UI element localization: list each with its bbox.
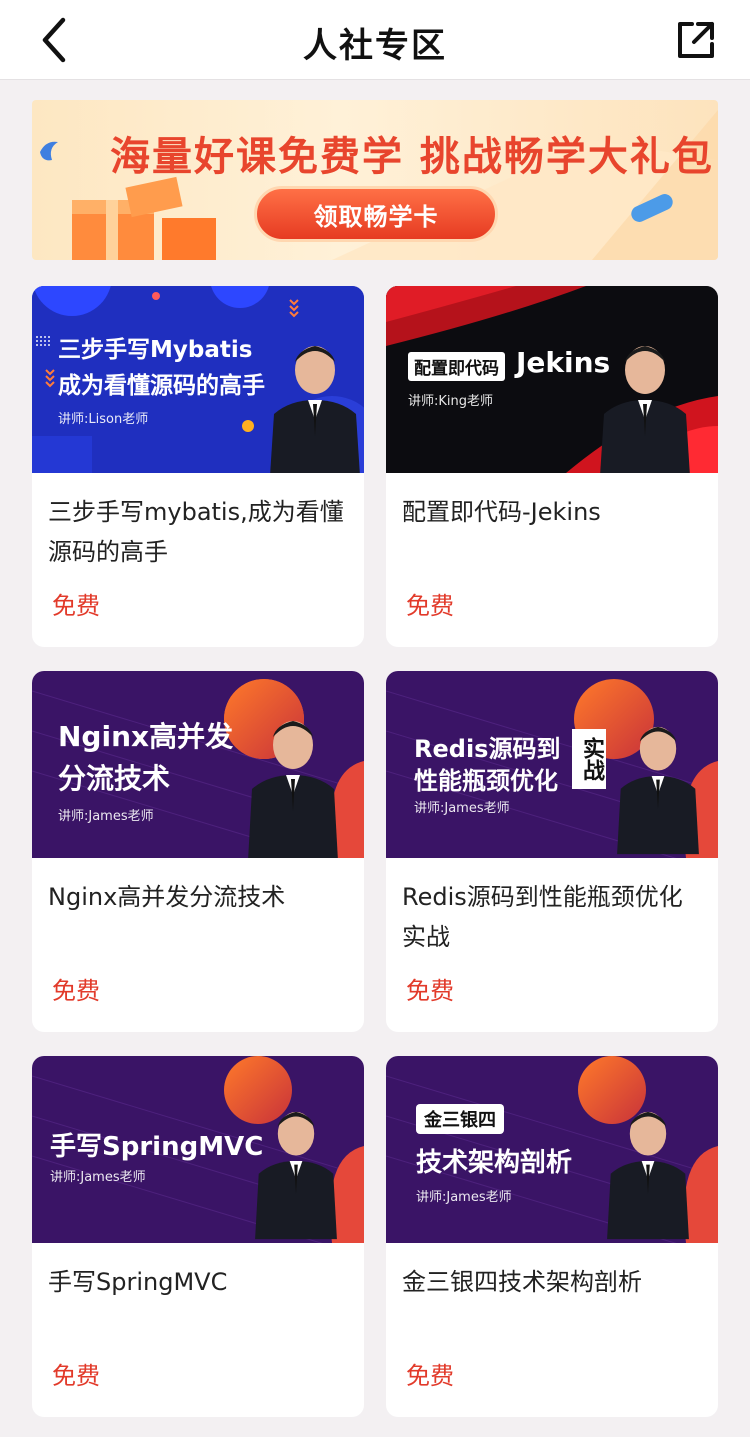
instructor-photo <box>255 1111 337 1240</box>
thumbnail-title-line2: 成为看懂源码的高手 <box>58 373 265 399</box>
course-price: 免费 <box>406 977 454 1005</box>
instructor-photo <box>607 1111 689 1240</box>
course-thumbnail: 三步手写Mybatis 成为看懂源码的高手 讲师:Lison老师 <box>32 286 364 473</box>
course-title: 三步手写mybatis,成为看懂源码的高手 <box>48 498 344 566</box>
course-price: 免费 <box>406 592 454 620</box>
course-thumbnail: 手写SpringMVC 讲师:James老师 <box>32 1056 364 1243</box>
share-external-icon <box>678 22 714 58</box>
banner-headline: 海量好课免费学 挑战畅学大礼包 <box>110 134 714 180</box>
share-button[interactable] <box>668 12 724 68</box>
course-thumbnail: Nginx高并发 分流技术 讲师:James老师 <box>32 671 364 858</box>
thumbnail-title-line1: 三步手写Mybatis <box>58 337 253 363</box>
instructor-photo <box>270 346 360 473</box>
course-price: 免费 <box>52 1362 100 1390</box>
instructor-photo <box>248 721 338 858</box>
thumbnail-tag: 配置即代码 <box>408 352 505 381</box>
thumbnail-teacher: 讲师:Lison老师 <box>58 412 149 427</box>
thumbnail-title-line1: 手写SpringMVC <box>50 1132 264 1162</box>
course-card[interactable]: 配置即代码 Jekins 讲师:King老师 配置即代码-Jekins 免费 <box>386 286 718 647</box>
course-card[interactable]: 金三银四 技术架构剖析 讲师:James老师 金三银四技术架构剖析 免费 <box>386 1056 718 1417</box>
course-thumbnail: Redis源码到 性能瓶颈优化 实战 讲师:James老师 <box>386 671 718 858</box>
course-title: Redis源码到性能瓶颈优化实战 <box>402 883 683 951</box>
instructor-photo <box>617 726 699 855</box>
thumbnail-teacher: 讲师:James老师 <box>416 1190 512 1205</box>
course-thumbnail: 金三银四 技术架构剖析 讲师:James老师 <box>386 1056 718 1243</box>
thumbnail-teacher: 讲师:James老师 <box>58 809 154 824</box>
thumbnail-title-line1: Nginx高并发 <box>58 720 234 753</box>
course-title: 手写SpringMVC <box>48 1268 228 1296</box>
course-card[interactable]: Redis源码到 性能瓶颈优化 实战 讲师:James老师 Redis源码到性能… <box>386 671 718 1032</box>
course-thumbnail: 配置即代码 Jekins 讲师:King老师 <box>386 286 718 473</box>
course-title: Nginx高并发分流技术 <box>48 883 286 911</box>
top-nav-bar: 人社专区 <box>0 0 750 80</box>
thumbnail-title-line1: Redis源码到 <box>414 735 561 763</box>
promo-banner[interactable]: 海量好课免费学 挑战畅学大礼包 领取畅学卡 <box>32 100 718 260</box>
course-card[interactable]: Nginx高并发 分流技术 讲师:James老师 Nginx高并发分流技术 免费 <box>32 671 364 1032</box>
thumbnail-title-line2: 分流技术 <box>58 762 171 795</box>
course-title: 配置即代码-Jekins <box>402 498 601 526</box>
thumbnail-tag: 金三银四 <box>416 1104 504 1134</box>
course-card[interactable]: 手写SpringMVC 讲师:James老师 手写SpringMVC 免费 <box>32 1056 364 1417</box>
thumbnail-highlight-box: 实战 <box>572 729 606 789</box>
claim-card-button[interactable]: 领取畅学卡 <box>254 186 498 242</box>
course-price: 免费 <box>406 1362 454 1390</box>
course-price: 免费 <box>52 592 100 620</box>
thumbnail-teacher: 讲师:King老师 <box>408 394 494 409</box>
page-title: 人社专区 <box>303 26 447 66</box>
course-card[interactable]: 三步手写Mybatis 成为看懂源码的高手 讲师:Lison老师 三步手写myb… <box>32 286 364 647</box>
course-title: 金三银四技术架构剖析 <box>402 1268 642 1296</box>
course-price: 免费 <box>52 977 100 1005</box>
thumbnail-title-line2: 性能瓶颈优化 <box>414 767 558 795</box>
thumbnail-teacher: 讲师:James老师 <box>50 1170 146 1185</box>
thumbnail-title-line1: 技术架构剖析 <box>416 1148 573 1178</box>
instructor-photo <box>600 346 690 473</box>
thumbnail-teacher: 讲师:James老师 <box>414 801 510 816</box>
